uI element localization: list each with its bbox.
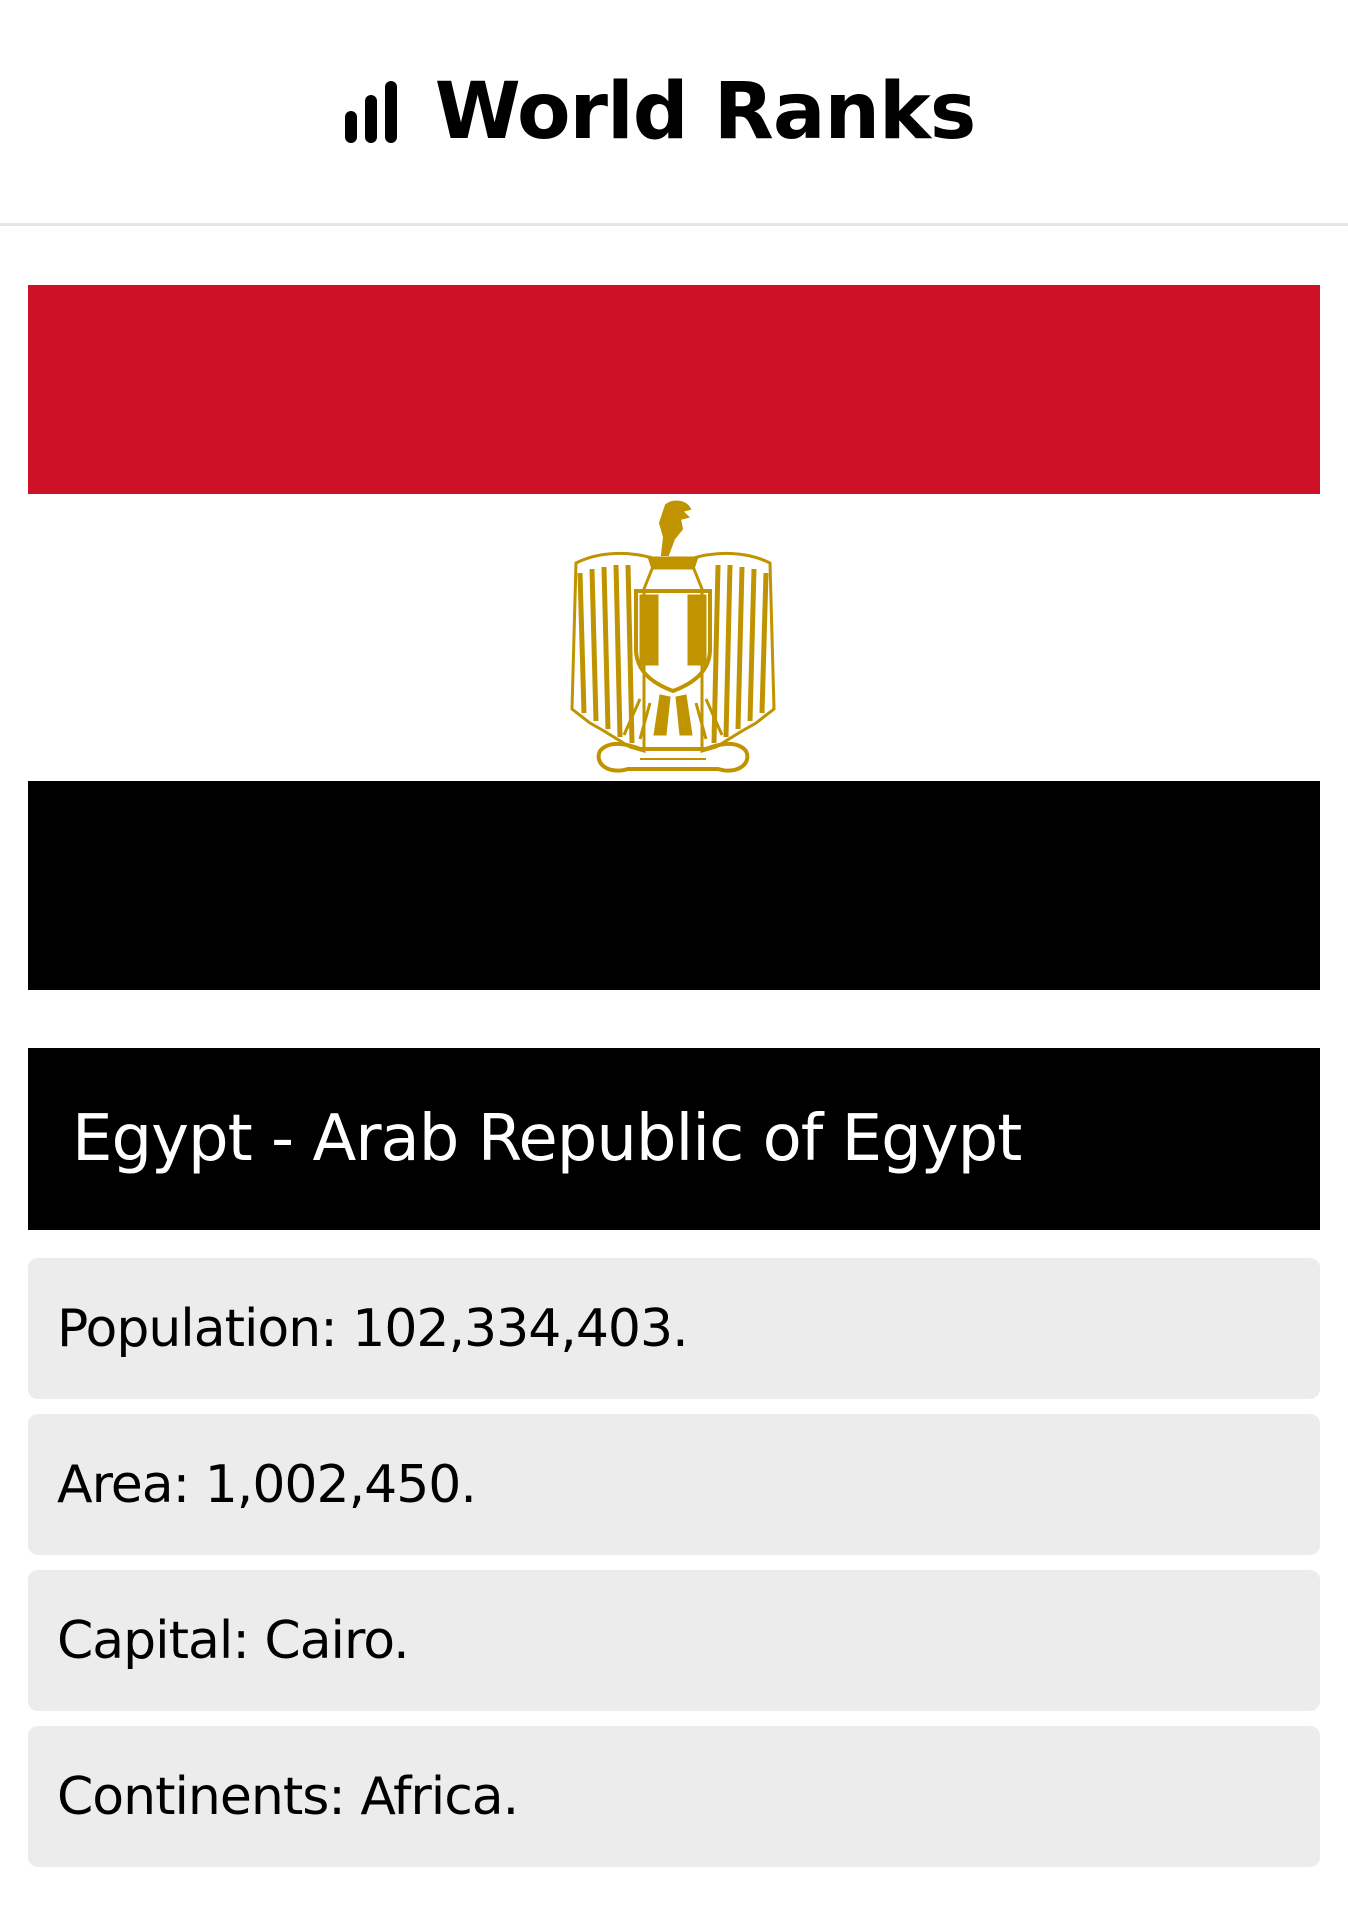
flag-black-band [28, 781, 1320, 990]
info-row-population: Population: 102,334,403. [28, 1258, 1320, 1399]
info-row-capital: Capital: Cairo. [28, 1570, 1320, 1711]
country-title-bar: Egypt - Arab Republic of Egypt [28, 1048, 1320, 1230]
continents-text: Continents: Africa. [57, 1766, 519, 1827]
country-name: Egypt - Arab Republic of Egypt [72, 1102, 1022, 1176]
capital-text: Capital: Cairo. [57, 1610, 410, 1671]
info-row-continents: Continents: Africa. [28, 1726, 1320, 1867]
app-header: World Ranks [0, 0, 1348, 226]
brand[interactable]: World Ranks [344, 66, 977, 157]
flag-red-band [28, 285, 1320, 494]
info-row-area: Area: 1,002,450. [28, 1414, 1320, 1555]
area-text: Area: 1,002,450. [57, 1454, 477, 1515]
app-title: World Ranks [434, 66, 977, 157]
country-flag [28, 285, 1320, 990]
country-info-list: Population: 102,334,403. Area: 1,002,450… [28, 1258, 1320, 1882]
bar-chart-icon [344, 80, 397, 143]
eagle-of-saladin-icon [570, 500, 776, 773]
population-text: Population: 102,334,403. [57, 1298, 689, 1359]
